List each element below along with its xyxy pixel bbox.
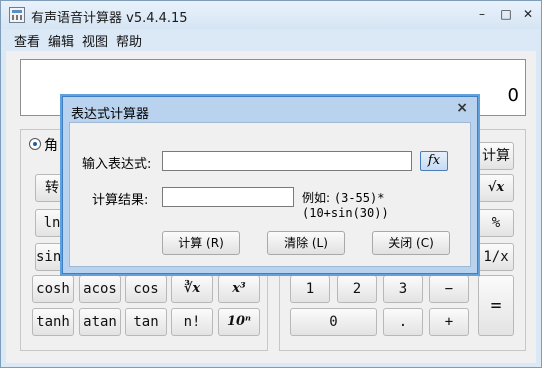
key-equals[interactable]: = [478, 275, 514, 336]
close-dialog-button[interactable]: 关闭 (C) [372, 231, 450, 255]
dialog-close-icon[interactable]: × [456, 100, 468, 116]
key-factorial[interactable]: n! [171, 308, 213, 336]
example-prefix: 例如: [302, 191, 331, 205]
key-cosh[interactable]: cosh [32, 275, 74, 303]
key-cube[interactable]: x³ [218, 275, 260, 303]
key-plus[interactable]: + [429, 308, 469, 336]
close-window-button[interactable]: ✕ [519, 7, 537, 21]
key-atan[interactable]: atan [79, 308, 121, 336]
maximize-button[interactable]: □ [497, 7, 515, 21]
dialog-body: 输入表达式: fx 计算结果: 例如: (3-55)*(10+sin(30)) … [69, 122, 471, 267]
key-compute[interactable]: 计算 [478, 142, 514, 170]
clear-button[interactable]: 清除 (L) [267, 231, 345, 255]
key-minus[interactable]: − [429, 275, 469, 303]
key-tan[interactable]: tan [125, 308, 167, 336]
key-power-of-ten[interactable]: 10ⁿ [218, 308, 260, 336]
key-2[interactable]: 2 [337, 275, 377, 303]
key-cube-root[interactable]: ∛x [171, 275, 213, 303]
display-value: 0 [507, 85, 519, 106]
key-reciprocal[interactable]: 1/x [478, 243, 514, 271]
expression-input[interactable] [162, 151, 412, 171]
angle-radio[interactable] [29, 138, 41, 150]
menu-bar: 查看 编辑 视图 帮助 [1, 29, 541, 51]
key-1[interactable]: 1 [290, 275, 330, 303]
example-hint: 例如: (3-55)*(10+sin(30)) [302, 189, 470, 220]
title-bar[interactable]: 有声语音计算器 v5.4.4.15 – □ ✕ [1, 1, 541, 29]
menu-view[interactable]: 查看 [14, 31, 40, 50]
key-acos[interactable]: acos [79, 275, 121, 303]
menu-edit[interactable]: 编辑 [48, 31, 74, 50]
dialog-title: 表达式计算器 [71, 107, 150, 122]
result-field[interactable] [162, 187, 294, 207]
key-tanh[interactable]: tanh [32, 308, 74, 336]
key-decimal[interactable]: . [383, 308, 423, 336]
window-title: 有声语音计算器 v5.4.4.15 [31, 11, 188, 26]
function-button[interactable]: fx [420, 151, 448, 171]
radio-dot-icon [33, 142, 37, 146]
expression-label: 输入表达式: [82, 157, 152, 172]
result-label: 计算结果: [92, 193, 149, 208]
key-sqrt[interactable]: √x [478, 174, 514, 202]
calculate-button[interactable]: 计算 (R) [162, 231, 240, 255]
key-cos[interactable]: cos [125, 275, 167, 303]
expression-dialog: 表达式计算器 × 输入表达式: fx 计算结果: 例如: (3-55)*(10+… [62, 96, 478, 274]
angle-radio-label: 角 [44, 138, 58, 154]
key-percent[interactable]: % [478, 209, 514, 237]
calculator-app-icon [9, 7, 25, 23]
key-3[interactable]: 3 [383, 275, 423, 303]
menu-layout[interactable]: 视图 [82, 31, 108, 50]
minimize-button[interactable]: – [473, 7, 491, 21]
key-0[interactable]: 0 [290, 308, 377, 336]
menu-help[interactable]: 帮助 [116, 31, 142, 50]
